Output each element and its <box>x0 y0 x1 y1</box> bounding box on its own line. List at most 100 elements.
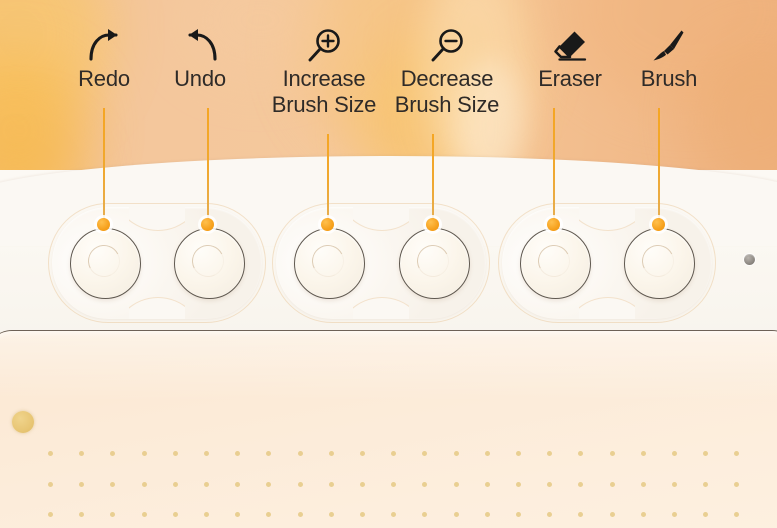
increase-brush-size-button[interactable] <box>294 228 365 299</box>
eraser-button[interactable] <box>520 228 591 299</box>
pad-grid-dot <box>734 512 740 517</box>
pad-grid-dot <box>578 481 584 487</box>
pad-grid-dot <box>141 481 147 487</box>
pad-grid-dot <box>266 512 272 517</box>
pad-grid-dot <box>734 451 740 456</box>
pad-grid-dot <box>609 512 615 517</box>
pad-grid-dot <box>297 481 303 487</box>
pad-grid-dot <box>79 451 85 456</box>
pad-grid-dot <box>48 451 53 456</box>
pad-grid-dot <box>672 481 677 487</box>
undo-button[interactable] <box>174 228 245 299</box>
callout-leader-line-undo <box>207 108 209 220</box>
pad-grid-dot <box>235 481 241 487</box>
drawing-pad-surface[interactable] <box>0 330 777 528</box>
pad-grid-dot <box>640 512 646 517</box>
pad-grid-dot <box>48 481 53 487</box>
pad-grid-dot <box>79 512 85 517</box>
pad-grid-dot <box>422 481 428 487</box>
redo-button[interactable] <box>70 228 141 299</box>
pad-grid-dot <box>391 512 397 517</box>
pad-grid-dot <box>235 512 241 517</box>
pad-grid-dot <box>609 481 615 487</box>
pad-grid-dot <box>672 451 677 456</box>
pad-grid-dot <box>703 481 709 487</box>
callout-anchor-dot-increase-brush-size <box>321 218 334 231</box>
pad-gold-marker-dot <box>12 411 34 433</box>
pad-grid-dot <box>141 451 147 456</box>
brush-icon <box>648 26 688 66</box>
zoom-out-icon <box>427 26 467 66</box>
redo-arrow-icon <box>84 26 124 66</box>
screenshot-root: Redo Undo Increase Brush Size Decrease Brus… <box>0 0 777 528</box>
pad-grid-dot <box>734 481 740 487</box>
pad-grid-dot <box>516 512 521 517</box>
pad-grid-dot <box>453 481 459 487</box>
pad-grid-dot <box>297 451 303 456</box>
pad-grid-dot <box>110 451 116 456</box>
pad-grid-dot <box>266 481 272 487</box>
pad-grid-dot <box>578 512 584 517</box>
pad-grid-dot <box>172 512 178 517</box>
eraser-icon <box>549 26 589 66</box>
callout-anchor-dot-redo <box>97 218 110 231</box>
pad-grid-dot <box>703 512 709 517</box>
pad-grid-dot <box>578 451 584 456</box>
callout-label-undo: Undo <box>174 66 226 91</box>
callout-anchor-dot-brush <box>652 218 665 231</box>
pad-grid-dot <box>484 512 490 517</box>
brush-button[interactable] <box>624 228 695 299</box>
pad-grid-dot <box>547 512 553 517</box>
pad-grid-dot <box>172 451 178 456</box>
pad-grid-dot <box>172 481 178 487</box>
pad-grid-dot <box>360 481 365 487</box>
callout-label-brush: Brush <box>640 66 698 91</box>
pad-grid-dot <box>547 451 553 456</box>
decrease-brush-size-button[interactable] <box>399 228 470 299</box>
pad-grid-dot <box>297 512 303 517</box>
pad-sheen <box>0 331 777 401</box>
pad-grid-dot <box>266 451 272 456</box>
callout-leader-line-decrease-brush-size <box>432 134 434 220</box>
pad-grid-dot <box>422 512 428 517</box>
callout-leader-line-brush <box>658 108 660 220</box>
callout-anchor-dot-decrease-brush-size <box>426 218 439 231</box>
status-led-icon <box>744 254 755 265</box>
pad-grid-dot <box>391 481 397 487</box>
pad-dot-grid <box>0 331 777 528</box>
pad-grid-dot <box>453 451 459 456</box>
pad-grid-dot <box>328 481 334 487</box>
callout-leader-line-redo <box>103 108 105 220</box>
pad-grid-dot <box>640 451 646 456</box>
pad-grid-dot <box>360 451 365 456</box>
pad-grid-dot <box>422 451 428 456</box>
pad-grid-dot <box>516 451 521 456</box>
undo-arrow-icon <box>182 26 222 66</box>
pad-grid-dot <box>484 481 490 487</box>
pad-grid-dot <box>204 481 209 487</box>
pad-grid-dot <box>609 451 615 456</box>
pad-grid-dot <box>547 481 553 487</box>
pad-grid-dot <box>328 512 334 517</box>
pad-grid-dot <box>79 481 85 487</box>
pad-grid-dot <box>703 451 709 456</box>
callout-label-redo: Redo <box>78 66 130 91</box>
callout-anchor-dot-eraser <box>547 218 560 231</box>
zoom-in-icon <box>304 26 344 66</box>
pad-grid-dot <box>110 481 116 487</box>
pad-grid-dot <box>640 481 646 487</box>
pad-grid-dot <box>391 451 397 456</box>
pad-grid-dot <box>484 451 490 456</box>
pad-grid-dot <box>110 512 116 517</box>
pad-grid-dot <box>141 512 147 517</box>
pad-grid-dot <box>48 512 53 517</box>
callout-label-decrease-brush-size: Decrease Brush Size <box>394 66 500 117</box>
pad-grid-dot <box>235 451 241 456</box>
pad-grid-dot <box>672 512 677 517</box>
pad-grid-dot <box>328 451 334 456</box>
callout-anchor-dot-undo <box>201 218 214 231</box>
callout-label-eraser: Eraser <box>538 66 602 91</box>
pad-grid-dot <box>516 481 521 487</box>
pad-grid-dot <box>360 512 365 517</box>
callout-leader-line-eraser <box>553 108 555 220</box>
